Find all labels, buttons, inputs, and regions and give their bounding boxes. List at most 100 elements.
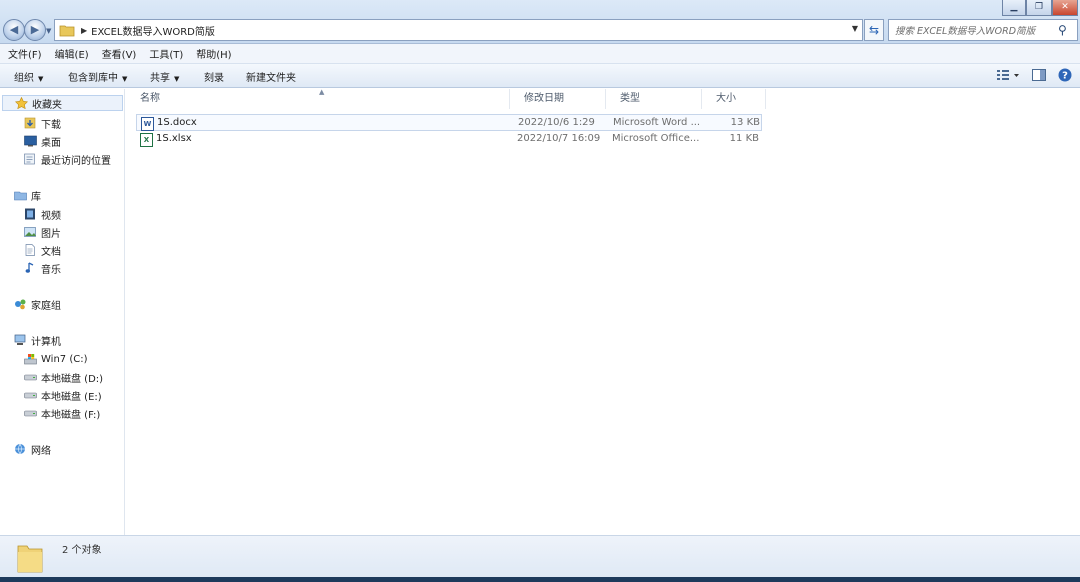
nav-drive-e[interactable]: 本地磁盘 (E:)	[24, 387, 102, 403]
back-button[interactable]: ◀	[3, 19, 25, 41]
nav-network[interactable]: 网络	[14, 441, 51, 457]
computer-icon	[14, 334, 27, 346]
table-row[interactable]: X 1S.xlsx 2022/10/7 16:09 Microsoft Offi…	[136, 131, 762, 148]
file-size: 13 KB	[730, 117, 760, 128]
recent-pages-dropdown[interactable]: ▼	[46, 27, 51, 35]
nav-videos-label: 视频	[41, 210, 61, 222]
nav-drive-d-label: 本地磁盘 (D:)	[41, 373, 104, 385]
organize-button[interactable]: 组织 ▼	[14, 69, 43, 84]
nav-homegroup[interactable]: 家庭组	[14, 296, 61, 312]
menu-edit[interactable]: 编辑(E)	[55, 46, 89, 61]
share-button[interactable]: 共享 ▼	[150, 69, 179, 84]
column-header-size[interactable]: 大小	[702, 89, 766, 109]
menu-view[interactable]: 查看(V)	[102, 46, 137, 61]
desktop-icon	[24, 135, 37, 147]
nav-drive-c[interactable]: Win7 (C:)	[24, 351, 87, 367]
nav-favorites[interactable]: 收藏夹	[2, 95, 123, 111]
new-folder-button[interactable]: 新建文件夹	[246, 69, 296, 84]
help-icon[interactable]: ?	[1058, 68, 1072, 85]
music-icon	[24, 262, 37, 274]
burn-button[interactable]: 刻录	[204, 69, 224, 84]
nav-videos[interactable]: 视频	[24, 206, 61, 222]
column-header-name[interactable]: 名称	[126, 89, 510, 109]
file-list: ▲ 名称 修改日期 类型 大小 W 1S.docx 2022/10/6 1:29…	[126, 88, 1080, 535]
address-bar[interactable]: ▶ EXCEL数据导入WORD简版 ▼	[54, 19, 863, 41]
file-date: 2022/10/6 1:29	[518, 117, 595, 128]
nav-pictures[interactable]: 图片	[24, 224, 61, 240]
address-dropdown-icon[interactable]: ▼	[852, 24, 858, 33]
nav-network-label: 网络	[31, 445, 51, 457]
forward-button[interactable]: ▶	[24, 19, 46, 41]
nav-downloads[interactable]: 下载	[24, 115, 61, 131]
share-label: 共享	[150, 73, 170, 84]
include-label: 包含到库中	[68, 73, 118, 84]
table-row[interactable]: W 1S.docx 2022/10/6 1:29 Microsoft Word …	[136, 114, 762, 131]
document-icon	[24, 244, 37, 256]
network-icon	[14, 443, 27, 455]
nav-drive-d[interactable]: 本地磁盘 (D:)	[24, 369, 103, 385]
file-type: Microsoft Word ...	[613, 117, 701, 128]
nav-computer-label: 计算机	[31, 336, 61, 348]
library-icon	[14, 189, 27, 201]
nav-drive-f[interactable]: 本地磁盘 (F:)	[24, 405, 100, 421]
navigation-pane: 收藏夹 下载 桌面 最近访问的位置 库 视频 图片 文档 音乐 家庭组 计算机	[0, 89, 125, 535]
menu-file[interactable]: 文件(F)	[8, 46, 42, 61]
command-bar: 组织 ▼ 包含到库中 ▼ 共享 ▼ 刻录 新建文件夹 ?	[0, 64, 1080, 88]
search-icon[interactable]: ⚲	[1058, 23, 1072, 37]
star-icon	[14, 96, 29, 110]
organize-label: 组织	[14, 73, 34, 84]
nav-drive-f-label: 本地磁盘 (F:)	[41, 409, 101, 421]
minimize-button[interactable]: ▁	[1002, 0, 1026, 16]
file-date: 2022/10/7 16:09	[517, 133, 601, 144]
nav-favorites-label: 收藏夹	[32, 99, 62, 111]
excel-icon: X	[140, 133, 153, 147]
refresh-button[interactable]: ⇆	[864, 19, 884, 41]
nav-downloads-label: 下载	[41, 119, 61, 131]
file-name: 1S.xlsx	[156, 133, 192, 144]
item-count: 2 个对象	[62, 545, 102, 556]
preview-pane-button[interactable]	[1032, 69, 1046, 84]
maximize-button[interactable]: ❐	[1026, 0, 1052, 16]
view-controls: ?	[996, 68, 1072, 85]
nav-pictures-label: 图片	[41, 228, 61, 240]
close-button[interactable]: ✕	[1052, 0, 1078, 16]
search-box[interactable]: 搜索 EXCEL数据导入WORD简版 ⚲	[888, 19, 1078, 41]
change-view-button[interactable]	[996, 69, 1020, 84]
picture-icon	[24, 226, 37, 238]
chevron-down-icon: ▼	[38, 75, 44, 83]
nav-documents-label: 文档	[41, 246, 61, 258]
homegroup-icon	[14, 298, 27, 310]
taskbar	[0, 577, 1080, 582]
details-pane: 2 个对象	[0, 535, 1080, 577]
nav-recent-label: 最近访问的位置	[41, 155, 111, 167]
menu-bar: 文件(F) 编辑(E) 查看(V) 工具(T) 帮助(H)	[0, 44, 1080, 64]
column-header-type[interactable]: 类型	[606, 89, 702, 109]
video-icon	[24, 208, 37, 220]
nav-recent-places[interactable]: 最近访问的位置	[24, 151, 111, 167]
file-type: Microsoft Office...	[612, 133, 700, 144]
hard-drive-icon	[24, 371, 37, 383]
breadcrumb-chevron-icon[interactable]: ▶	[81, 26, 87, 35]
nav-libraries[interactable]: 库	[14, 187, 41, 203]
nav-libraries-label: 库	[31, 191, 41, 203]
nav-music-label: 音乐	[41, 264, 61, 276]
hard-drive-icon	[24, 389, 37, 401]
nav-drive-c-label: Win7 (C:)	[41, 353, 88, 365]
breadcrumb-current-folder[interactable]: EXCEL数据导入WORD简版	[91, 23, 215, 38]
column-header-date[interactable]: 修改日期	[510, 89, 606, 109]
include-in-library-button[interactable]: 包含到库中 ▼	[68, 69, 127, 84]
search-input[interactable]: 搜索 EXCEL数据导入WORD简版	[895, 23, 1058, 37]
file-size: 11 KB	[729, 133, 759, 144]
nav-documents[interactable]: 文档	[24, 242, 61, 258]
menu-tools[interactable]: 工具(T)	[149, 46, 183, 61]
menu-help[interactable]: 帮助(H)	[196, 46, 231, 61]
nav-music[interactable]: 音乐	[24, 260, 61, 276]
nav-desktop[interactable]: 桌面	[24, 133, 61, 149]
nav-desktop-label: 桌面	[41, 137, 61, 149]
word-icon: W	[141, 117, 154, 131]
title-bar: ◀ ▶ ▼ ▶ EXCEL数据导入WORD简版 ▼ ⇆ 搜索 EXCEL数据导入…	[0, 0, 1080, 44]
nav-computer[interactable]: 计算机	[14, 332, 61, 348]
nav-drive-e-label: 本地磁盘 (E:)	[41, 391, 102, 403]
chevron-down-icon: ▼	[122, 75, 128, 83]
nav-homegroup-label: 家庭组	[31, 300, 61, 312]
